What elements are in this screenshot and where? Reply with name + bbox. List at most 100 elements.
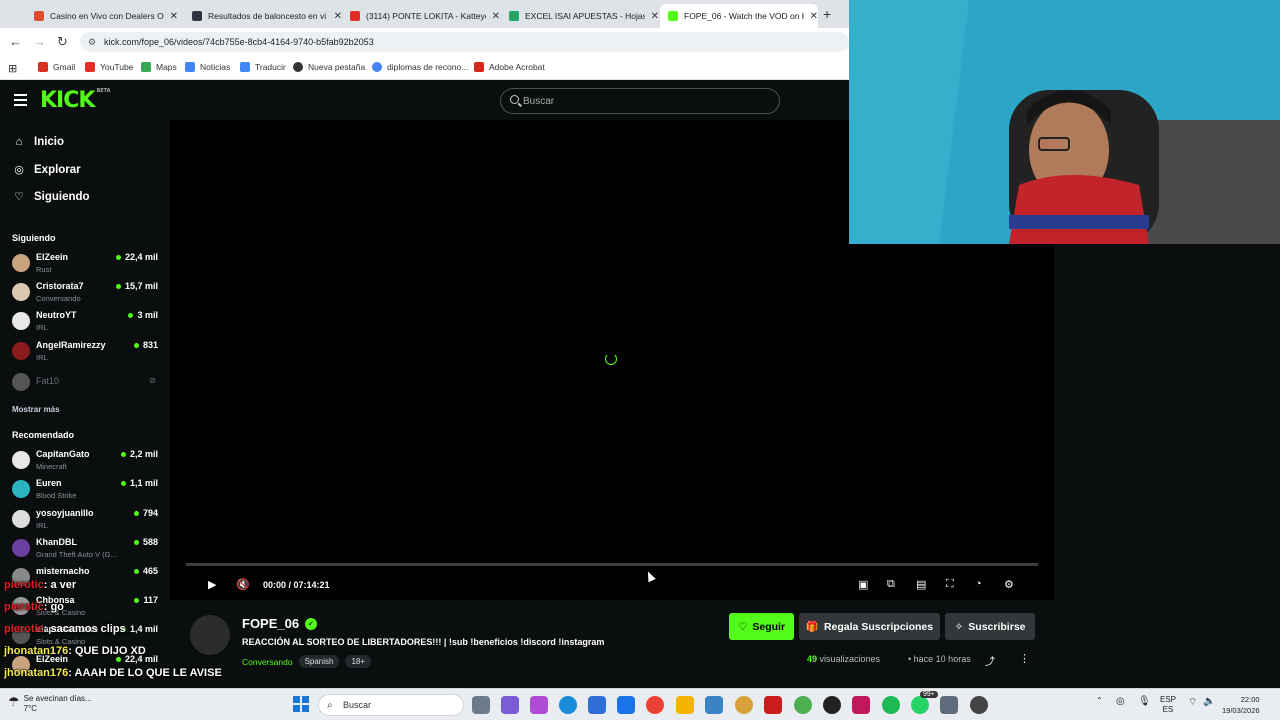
kick-logo[interactable]: KICK BETA (40, 88, 111, 113)
copilot-icon[interactable] (530, 696, 548, 714)
chrome-active-icon[interactable] (794, 696, 812, 714)
close-icon[interactable]: ✕ (651, 11, 659, 22)
browser-tab[interactable]: Resultados de baloncesto en vi ✕ (184, 4, 342, 28)
recommended-channel[interactable]: CapitanGato Minecraft 2,2 mil (12, 449, 162, 475)
antivirus-icon[interactable] (764, 696, 782, 714)
search-input[interactable]: Buscar (500, 88, 780, 114)
following-channel[interactable]: Cristorata7 Conversando 15,7 mil (12, 281, 162, 307)
avatar (12, 510, 30, 528)
teams-icon[interactable] (501, 696, 519, 714)
gift-subs-button[interactable]: 🎁 Regala Suscripciones (799, 613, 940, 640)
start-button-icon[interactable] (293, 696, 309, 712)
browser-tab-bar: Casino en Vivo con Dealers Onl ✕ Resulta… (0, 0, 849, 28)
pip-icon[interactable]: ▣ (858, 578, 868, 591)
calculator-icon[interactable] (940, 696, 958, 714)
apps-grid-icon[interactable]: ⊞ (8, 62, 17, 75)
edge-icon[interactable] (559, 696, 577, 714)
browser-tab[interactable]: (3114) PONTE LOKITA - Katteye ✕ (342, 4, 500, 28)
app-tray-icon[interactable]: ◎ (1116, 696, 1125, 707)
live-dot-icon (133, 510, 139, 516)
notepad-icon[interactable] (705, 696, 723, 714)
viewer-count: 588 (133, 537, 158, 547)
recommended-channel[interactable]: Euren Blood Strike 1,1 mil (12, 478, 162, 504)
store-icon[interactable] (588, 696, 606, 714)
mail-icon[interactable] (617, 696, 635, 714)
obs-icon[interactable] (823, 696, 841, 714)
theater-mode-icon[interactable]: ▤ (916, 578, 926, 591)
system-clock[interactable]: 22:00 19/03/2026 (1222, 694, 1260, 716)
forward-icon[interactable]: → (33, 34, 46, 49)
chat-message: pierotic: go (4, 601, 64, 613)
bookmark-noticias[interactable]: Noticias (185, 62, 230, 72)
following-channel[interactable]: AngelRamirezzy IRL 831 (12, 340, 162, 366)
more-options-icon[interactable]: ⋮ (1019, 652, 1030, 665)
following-channel-offline[interactable]: Fat10 ⊘ (12, 371, 162, 397)
progress-bar[interactable] (186, 563, 1038, 566)
viewer-count: 794 (133, 508, 158, 518)
taskbar-search[interactable]: ⌕ Buscar (318, 694, 464, 716)
gift-icon: 🎁 (805, 621, 819, 633)
live-dot-icon (120, 451, 126, 457)
share-icon[interactable]: ⤴ (985, 653, 995, 668)
avatar (12, 342, 30, 360)
browser-tab[interactable]: Casino en Vivo con Dealers Onl ✕ (26, 4, 178, 28)
spotify-icon[interactable] (882, 696, 900, 714)
subscribe-button[interactable]: ✧ Suscribirse (945, 613, 1035, 640)
channel-category: IRL (36, 323, 48, 332)
url-field[interactable]: ⚙ kick.com/fope_06/videos/74cb755e-8cb4-… (80, 32, 849, 52)
clip-icon[interactable]: ⧉ (887, 578, 895, 591)
tab-favicon-icon (668, 11, 678, 21)
bookmark-maps[interactable]: Maps (141, 62, 177, 72)
weather-widget[interactable]: ☂ Se avecinan días... 7°C (8, 694, 92, 714)
viewer-count: 22,4 mil (115, 252, 158, 262)
show-hidden-icons-icon[interactable]: ⌃ (1096, 696, 1103, 705)
reload-icon[interactable]: ↻ (57, 34, 68, 50)
bookmark-gmail[interactable]: Gmail (38, 62, 75, 72)
close-icon[interactable]: ✕ (492, 11, 500, 22)
recommended-channel[interactable]: KhanDBL Grand Theft Auto V (G... 588 (12, 537, 162, 563)
fullscreen-icon[interactable]: ⛶ (946, 578, 954, 591)
tag-pill[interactable]: Spanish (298, 655, 340, 668)
following-channel[interactable]: NeutroYT IRL 3 mil (12, 310, 162, 336)
settings-gear-icon[interactable]: ⚙ (1004, 578, 1014, 591)
url-text: kick.com/fope_06/videos/74cb755e-8cb4-41… (104, 37, 374, 47)
translate-icon (240, 62, 250, 72)
new-tab-icon[interactable]: + (823, 6, 831, 22)
bookmark-youtube[interactable]: YouTube (85, 62, 133, 72)
nav-inicio[interactable]: ⌂ Inicio (12, 136, 64, 148)
tab-title: FOPE_06 - Watch the VOD on K (684, 11, 804, 21)
site-info-icon[interactable]: ⚙ (88, 37, 96, 48)
tag-pill[interactable]: 18+ (345, 655, 372, 668)
follow-button[interactable]: ♡ Seguir (729, 613, 794, 640)
back-icon[interactable]: ← (9, 34, 22, 49)
bookmark-acrobat[interactable]: Adobe Acrobat (474, 62, 545, 72)
bookmark-traducir[interactable]: Traducir (240, 62, 286, 72)
menu-icon[interactable] (14, 94, 27, 106)
microphone-icon[interactable]: 🎙 (1138, 696, 1151, 707)
app-active-icon[interactable] (852, 696, 870, 714)
browser-tab-active[interactable]: FOPE_06 - Watch the VOD on K ✕ (660, 4, 818, 28)
bookmark-nueva-pestana[interactable]: Nueva pestaña (293, 62, 365, 72)
nav-siguiendo[interactable]: ♡ Siguiendo (12, 190, 90, 204)
browser-tab[interactable]: EXCEL ISAI APUESTAS - Hojas d ✕ (501, 4, 659, 28)
show-more-link[interactable]: Mostrar más (12, 405, 60, 414)
task-view-icon[interactable] (472, 696, 490, 714)
network-icon[interactable]: ⌔ (1188, 696, 1197, 709)
channel-name: yosoyjuanillo (36, 508, 94, 518)
recommended-channel[interactable]: yosoyjuanillo IRL 794 (12, 508, 162, 534)
chrome-icon[interactable] (646, 696, 664, 714)
close-icon[interactable]: ✕ (334, 11, 342, 22)
volume-icon[interactable]: 🔈 (1203, 696, 1215, 707)
settings-icon[interactable] (970, 696, 988, 714)
language-indicator[interactable]: ESP ES (1160, 695, 1176, 715)
close-icon[interactable]: ✕ (170, 11, 178, 22)
file-explorer-icon[interactable] (676, 696, 694, 714)
bookmark-diplomas[interactable]: diplomas de recono... (372, 62, 468, 72)
playback-speed-icon[interactable]: ◔ (975, 578, 982, 590)
close-icon[interactable]: ✕ (810, 11, 818, 22)
app-icon[interactable] (735, 696, 753, 714)
tab-favicon-icon (34, 11, 44, 21)
nav-explorar[interactable]: ◎ Explorar (12, 163, 80, 177)
whatsapp-icon[interactable] (911, 696, 929, 714)
following-channel[interactable]: ElZeein Rust 22,4 mil (12, 252, 162, 278)
